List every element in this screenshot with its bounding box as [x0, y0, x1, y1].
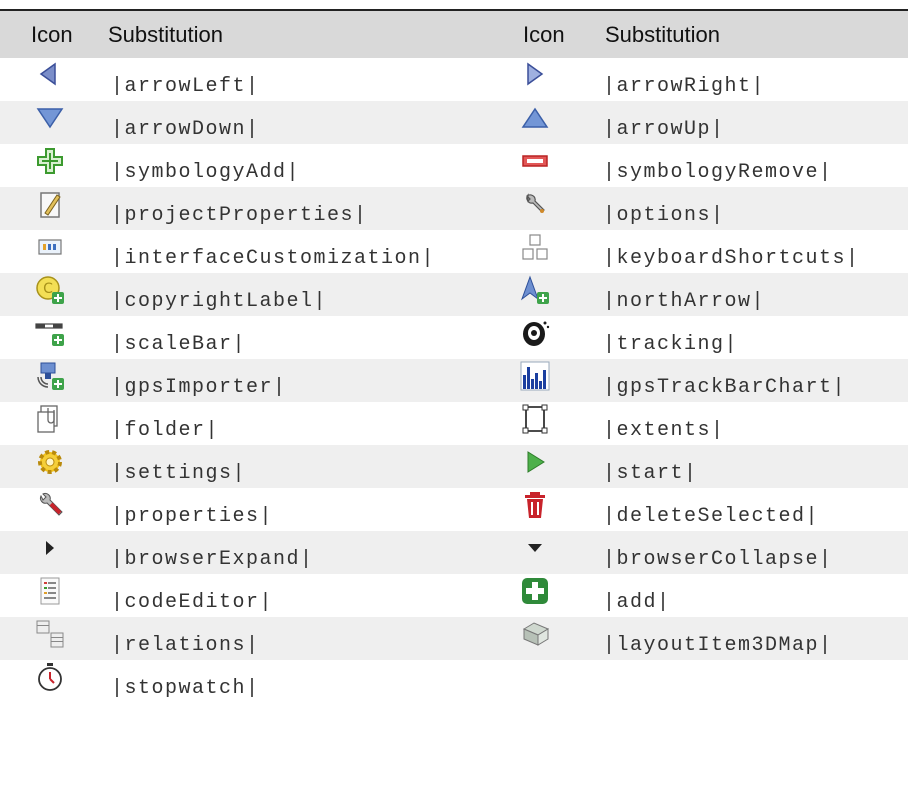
browser-collapse-icon	[520, 533, 550, 563]
substitution-code: |stopwatch|	[111, 677, 260, 700]
header-substitution-right: Substitution	[605, 22, 720, 47]
substitution-code: |browserCollapse|	[603, 548, 833, 571]
gps-importer-icon	[35, 361, 65, 391]
symbology-remove-icon	[520, 146, 550, 176]
tracking-icon	[520, 318, 550, 348]
substitution-code: |properties|	[111, 505, 274, 528]
arrow-down-icon	[35, 103, 65, 133]
extents-icon	[520, 404, 550, 434]
header-icon-left: Icon	[31, 22, 73, 47]
stopwatch-icon	[35, 662, 65, 692]
substitution-code: |interfaceCustomization|	[111, 247, 436, 270]
copyright-label-icon: C	[35, 275, 65, 305]
substitution-code: |layoutItem3DMap|	[603, 634, 833, 657]
code-editor-icon	[35, 576, 65, 606]
substitution-code: |relations|	[111, 634, 260, 657]
substitution-code: |deleteSelected|	[603, 505, 820, 528]
substitution-code: |arrowUp|	[603, 118, 725, 141]
relations-icon	[35, 619, 65, 649]
settings-icon	[35, 447, 65, 477]
browser-expand-icon	[35, 533, 65, 563]
substitution-code: |gpsImporter|	[111, 376, 287, 399]
symbology-add-icon	[35, 146, 65, 176]
substitution-code: |gpsTrackBarChart|	[603, 376, 847, 399]
interface-customization-icon	[35, 232, 65, 262]
options-icon	[520, 189, 550, 219]
properties-icon	[35, 490, 65, 520]
gps-track-bar-chart-icon	[520, 361, 550, 391]
substitution-code: |symbologyAdd|	[111, 161, 301, 184]
add-icon	[520, 576, 550, 606]
arrow-left-icon	[35, 60, 65, 90]
svg-text:C: C	[43, 281, 53, 297]
folder-icon	[35, 404, 65, 434]
substitution-code: |folder|	[111, 419, 220, 442]
substitution-code: |arrowLeft|	[111, 75, 260, 98]
layout-item-3d-map-icon	[520, 619, 550, 649]
substitution-code: |settings|	[111, 462, 247, 485]
delete-selected-icon	[520, 490, 550, 520]
arrow-up-icon	[520, 103, 550, 133]
substitution-code: |add|	[603, 591, 671, 614]
substitution-code: |scaleBar|	[111, 333, 247, 356]
substitution-code: |start|	[603, 462, 698, 485]
substitution-code: |projectProperties|	[111, 204, 368, 227]
header-substitution-left: Substitution	[108, 22, 223, 47]
project-properties-icon	[35, 189, 65, 219]
substitution-code: |codeEditor|	[111, 591, 274, 614]
substitution-code: |copyrightLabel|	[111, 290, 328, 313]
substitution-code: |arrowDown|	[111, 118, 260, 141]
substitution-code: |symbologyRemove|	[603, 161, 833, 184]
substitution-code: |extents|	[603, 419, 725, 442]
arrow-right-icon	[520, 60, 550, 90]
substitution-code: |options|	[603, 204, 725, 227]
start-icon	[520, 447, 550, 477]
scale-bar-icon	[35, 318, 65, 348]
keyboard-shortcuts-icon	[520, 232, 550, 262]
substitution-code: |northArrow|	[603, 290, 766, 313]
header-icon-right: Icon	[523, 22, 565, 47]
north-arrow-icon	[520, 275, 550, 305]
substitution-code: |browserExpand|	[111, 548, 314, 571]
substitution-code: |arrowRight|	[603, 75, 766, 98]
substitution-code: |keyboardShortcuts|	[603, 247, 860, 270]
substitution-code: |tracking|	[603, 333, 739, 356]
